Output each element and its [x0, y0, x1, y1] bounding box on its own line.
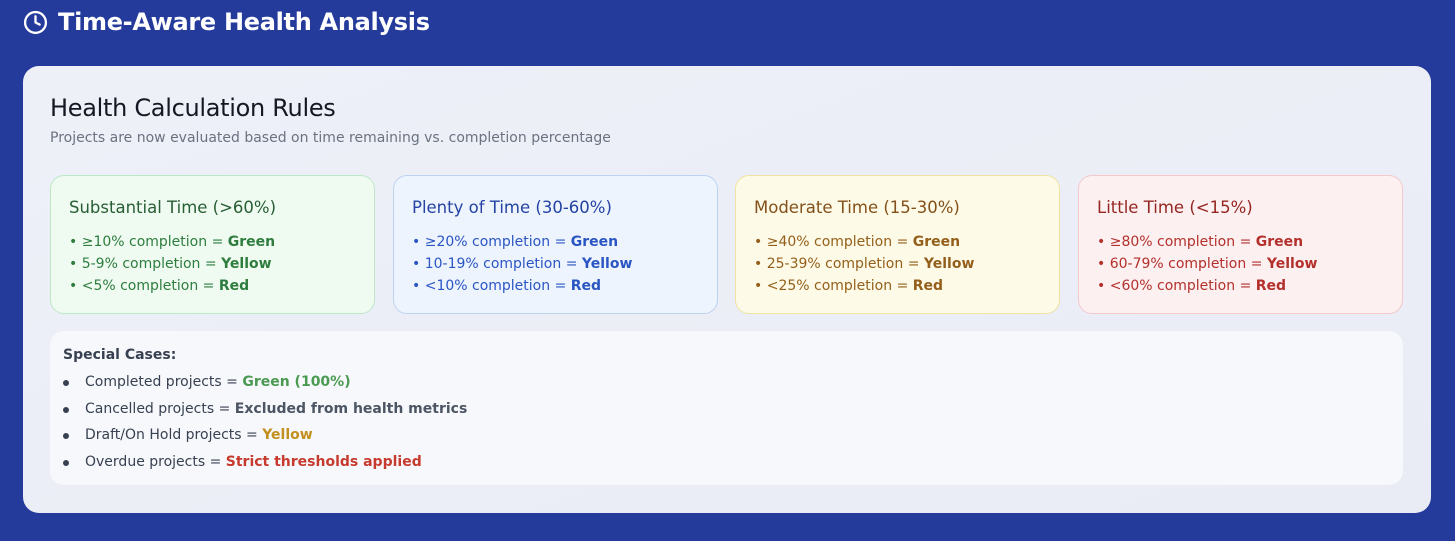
card-substantial-time: Substantial Time (>60%) • ≥10% completio…: [50, 175, 375, 314]
card-little-time: Little Time (<15%) • ≥80% completion = G…: [1078, 175, 1403, 314]
special-cases-box: Special Cases: Completed projects = Gree…: [50, 331, 1403, 485]
page-header: Time-Aware Health Analysis: [23, 8, 430, 36]
special-cases-title: Special Cases:: [63, 347, 177, 363]
rule-item: • <10% completion = Red: [412, 278, 602, 294]
rule-item: • ≥20% completion = Green: [412, 234, 619, 250]
rule-item: • 5-9% completion = Yellow: [69, 256, 272, 272]
special-case-item: Cancelled projects = Excluded from healt…: [63, 396, 1403, 423]
card-moderate-time: Moderate Time (15-30%) • ≥40% completion…: [735, 175, 1060, 314]
card-title: Substantial Time (>60%): [69, 198, 277, 217]
rule-item: • ≥80% completion = Green: [1097, 234, 1304, 250]
rule-item: • ≥10% completion = Green: [69, 234, 276, 250]
card-title: Little Time (<15%): [1097, 198, 1253, 217]
panel-title: Health Calculation Rules: [50, 94, 336, 122]
special-case-item: Draft/On Hold projects = Yellow: [63, 422, 1403, 449]
rule-item: • <5% completion = Red: [69, 278, 250, 294]
rule-item: • <25% completion = Red: [754, 278, 944, 294]
clock-icon: [23, 10, 48, 35]
rule-item: • <60% completion = Red: [1097, 278, 1287, 294]
bullet-icon: [63, 380, 69, 386]
rule-item: • 25-39% completion = Yellow: [754, 256, 975, 272]
bullet-icon: [63, 433, 69, 439]
rule-item: • ≥40% completion = Green: [754, 234, 961, 250]
special-case-item: Completed projects = Green (100%): [63, 369, 1403, 396]
panel-subtitle: Projects are now evaluated based on time…: [50, 130, 611, 146]
special-case-item: Overdue projects = Strict thresholds app…: [63, 449, 1403, 476]
bullet-icon: [63, 406, 69, 413]
card-title: Moderate Time (15-30%): [754, 198, 960, 217]
bullet-icon: [63, 459, 69, 466]
health-rules-panel: Health Calculation Rules Projects are no…: [23, 66, 1431, 513]
rule-item: • 60-79% completion = Yellow: [1097, 256, 1318, 272]
rule-item: • 10-19% completion = Yellow: [412, 256, 633, 272]
page-title: Time-Aware Health Analysis: [58, 8, 430, 36]
card-title: Plenty of Time (30-60%): [412, 198, 612, 217]
card-plenty-of-time: Plenty of Time (30-60%) • ≥20% completio…: [393, 175, 718, 314]
